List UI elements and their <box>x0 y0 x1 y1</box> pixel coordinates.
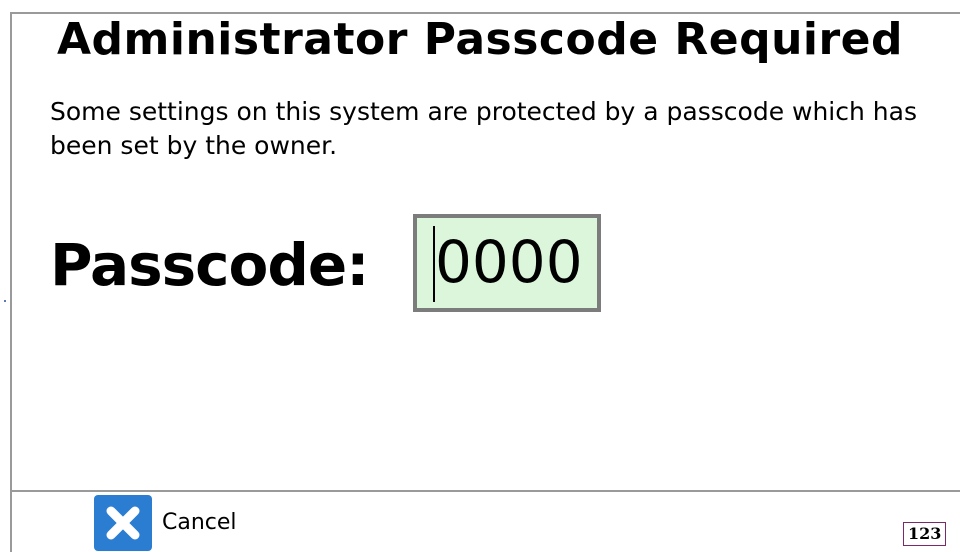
passcode-value: 0000 <box>435 228 583 296</box>
cancel-button[interactable]: Cancel <box>94 495 237 551</box>
passcode-input[interactable]: 0000 <box>413 214 601 312</box>
passcode-label: Passcode: <box>50 231 369 299</box>
dialog-title: Administrator Passcode Required <box>56 14 904 65</box>
footer-divider <box>10 490 960 492</box>
text-cursor <box>433 226 435 302</box>
edge-marker <box>4 300 6 302</box>
close-icon <box>94 495 152 551</box>
keyboard-mode-indicator[interactable]: 123 <box>903 522 947 546</box>
dialog-message: Some settings on this system are protect… <box>50 97 917 160</box>
cancel-label: Cancel <box>162 510 237 535</box>
